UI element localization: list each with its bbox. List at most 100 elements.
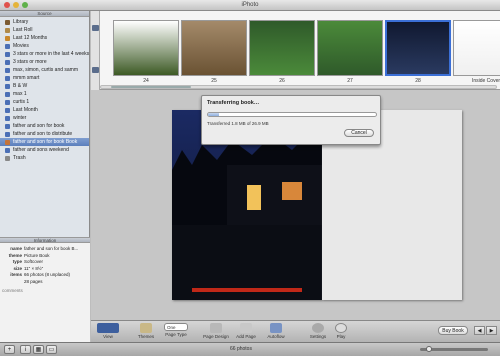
source-item-label: Library bbox=[13, 19, 29, 25]
book-canvas: Transferring book… Transferred 1.8 MB of… bbox=[91, 90, 500, 320]
source-item[interactable]: curtis 1 bbox=[0, 98, 89, 106]
page-number-label: 27 bbox=[347, 78, 353, 84]
trash-icon bbox=[5, 155, 10, 161]
calendar-button[interactable]: ▦ bbox=[33, 345, 44, 354]
autoflow-icon bbox=[270, 323, 282, 333]
source-item[interactable]: Library bbox=[0, 18, 89, 26]
view-toggle-icon[interactable] bbox=[97, 323, 119, 333]
page-strip: 24 25 26 27 28 Inside Cover bbox=[91, 11, 500, 90]
buy-book-button[interactable]: Buy Book bbox=[438, 326, 468, 335]
source-item-label: curtis 1 bbox=[13, 99, 30, 105]
minimize-button[interactable] bbox=[13, 2, 19, 8]
gear-icon bbox=[312, 323, 324, 333]
source-item-label: father and son for book bbox=[13, 123, 65, 129]
source-item[interactable]: father and son to distribute bbox=[0, 130, 89, 138]
film-icon bbox=[5, 43, 10, 49]
themes-label: Themes bbox=[137, 334, 155, 339]
smart-album-icon bbox=[5, 67, 10, 73]
page-thumbnail-image bbox=[385, 20, 451, 76]
single-page-view-icon[interactable] bbox=[92, 25, 99, 31]
source-item[interactable]: 3 stars or more bbox=[0, 58, 89, 66]
source-item-label: max 1 bbox=[13, 91, 27, 97]
source-item[interactable]: father and sons weekend bbox=[0, 146, 89, 154]
add-page-label: Add Page bbox=[236, 334, 256, 339]
page-design-button[interactable]: Page Design bbox=[201, 323, 231, 339]
zoom-button[interactable] bbox=[22, 2, 28, 8]
source-item[interactable]: Last 12 Months bbox=[0, 34, 89, 42]
page-design-label: Page Design bbox=[203, 334, 229, 339]
window-controls bbox=[4, 2, 28, 8]
source-item-label: B & W bbox=[13, 83, 28, 89]
album-icon bbox=[5, 147, 10, 153]
book-icon bbox=[5, 123, 10, 129]
themes-icon bbox=[140, 323, 152, 333]
bottom-toolbar: View Themes One Page Type Page Design Ad… bbox=[91, 320, 500, 342]
play-icon bbox=[335, 323, 347, 333]
next-page-button[interactable]: ▶ bbox=[486, 326, 497, 335]
zoom-slider-knob[interactable] bbox=[426, 346, 432, 352]
page-strip-scrollbar[interactable] bbox=[100, 85, 497, 89]
source-item[interactable]: 3 stars or more in the last 4 weeks bbox=[0, 50, 89, 58]
source-item[interactable]: max, simon, curtis and samm bbox=[0, 66, 89, 74]
play-button[interactable]: Play bbox=[326, 323, 356, 339]
view-control[interactable]: View bbox=[93, 323, 123, 339]
source-item-label: Trash bbox=[13, 155, 26, 161]
view-label: View bbox=[103, 334, 113, 339]
source-list: Library Last Roll Last 12 Months Movies 3 st… bbox=[0, 17, 89, 162]
source-item[interactable]: Last Month bbox=[0, 106, 89, 114]
calendar-icon bbox=[5, 35, 10, 41]
info-value: 28 pages bbox=[24, 278, 43, 284]
book-icon bbox=[5, 131, 10, 137]
add-page-icon bbox=[240, 323, 252, 333]
book-icon bbox=[5, 139, 10, 145]
page-thumbnail[interactable]: 27 bbox=[317, 20, 383, 84]
source-item[interactable]: winter bbox=[0, 114, 89, 122]
page-thumbnail[interactable]: 24 bbox=[113, 20, 179, 84]
page-number-label: 28 bbox=[415, 78, 421, 84]
page-type-control[interactable]: One Page Type bbox=[161, 323, 191, 337]
add-page-button[interactable]: Add Page bbox=[231, 323, 261, 339]
scrollbar-thumb[interactable] bbox=[111, 86, 191, 88]
slideshow-button[interactable]: ▭ bbox=[46, 345, 57, 354]
progress-fill bbox=[208, 113, 220, 116]
album-icon bbox=[5, 107, 10, 113]
title-bar: iPhoto bbox=[0, 0, 500, 11]
comments-field[interactable]: comments bbox=[2, 288, 88, 293]
source-item[interactable]: max 1 bbox=[0, 90, 89, 98]
strip-controls bbox=[91, 11, 100, 90]
info-button[interactable]: i bbox=[20, 345, 31, 354]
source-item[interactable]: mmm smart bbox=[0, 74, 89, 82]
autoflow-button[interactable]: Autoflow bbox=[261, 323, 291, 339]
page-type-select[interactable]: One bbox=[164, 323, 188, 331]
source-item-label: Last Month bbox=[13, 107, 38, 113]
source-item-label: Movies bbox=[13, 43, 29, 49]
source-item-label: max, simon, curtis and samm bbox=[13, 67, 79, 73]
page-thumbnail[interactable]: 28 bbox=[385, 20, 451, 84]
cancel-button[interactable]: Cancel bbox=[344, 129, 374, 137]
page-number-label: 24 bbox=[143, 78, 149, 84]
previous-page-button[interactable]: ◀ bbox=[474, 326, 485, 335]
album-icon bbox=[5, 83, 10, 89]
page-thumbnail-image bbox=[113, 20, 179, 76]
page-thumbnail[interactable]: 25 bbox=[181, 20, 247, 84]
page-number-label: Inside Cover bbox=[471, 78, 500, 84]
source-item[interactable]: Movies bbox=[0, 42, 89, 50]
source-item[interactable]: father and son for book bbox=[0, 122, 89, 130]
close-button[interactable] bbox=[4, 2, 10, 8]
smart-album-icon bbox=[5, 75, 10, 81]
themes-button[interactable]: Themes bbox=[131, 323, 161, 339]
source-item[interactable]: Last Roll bbox=[0, 26, 89, 34]
source-item[interactable]: B & W bbox=[0, 82, 89, 90]
page-thumbnail[interactable]: 26 bbox=[249, 20, 315, 84]
photo-count: 66 photos bbox=[230, 346, 252, 352]
source-item[interactable]: Trash bbox=[0, 154, 89, 162]
add-album-button[interactable]: + bbox=[4, 345, 15, 354]
source-item-label: winter bbox=[13, 115, 27, 121]
zoom-slider[interactable] bbox=[420, 346, 488, 352]
page-thumbnail[interactable]: Inside Cover bbox=[453, 20, 500, 84]
source-item-label: father and sons weekend bbox=[13, 147, 69, 153]
library-icon bbox=[5, 19, 10, 25]
source-item[interactable]: father and son for book Book bbox=[0, 138, 89, 146]
information-panel: name father and son for book B... theme Pic… bbox=[0, 243, 90, 342]
double-page-view-icon[interactable] bbox=[92, 67, 99, 73]
